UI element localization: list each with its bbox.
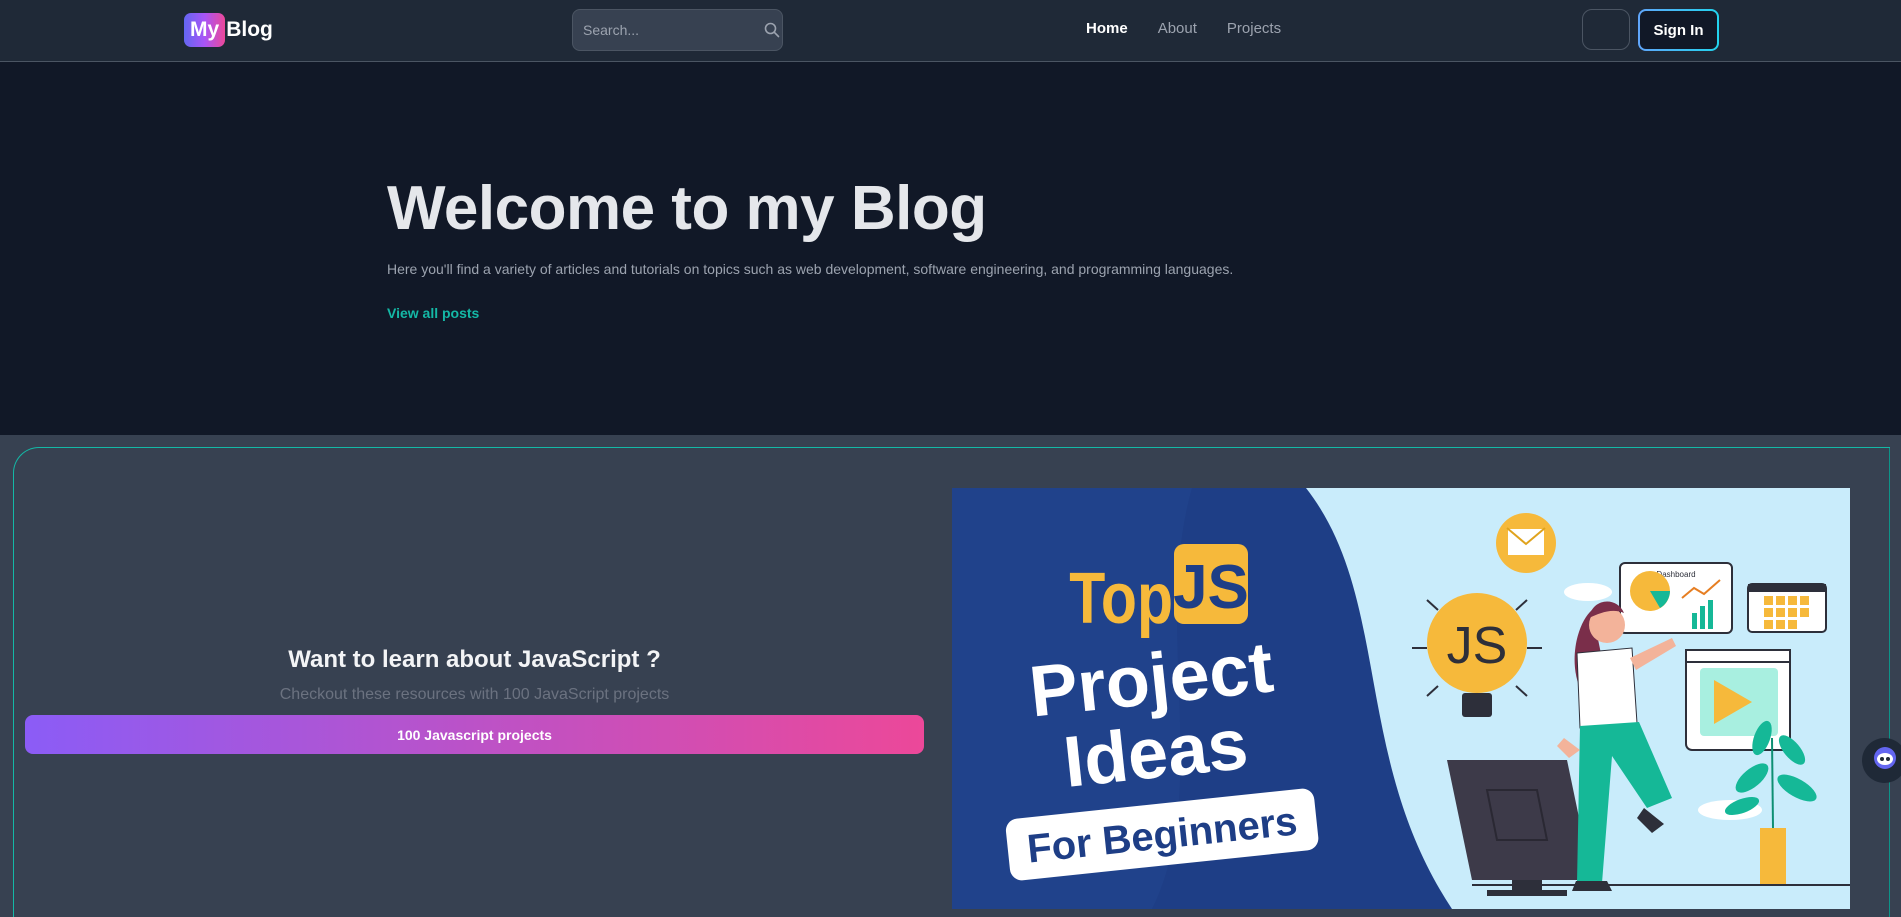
sign-in-label: Sign In <box>1640 11 1717 49</box>
chat-bot-icon <box>1871 744 1899 777</box>
floating-chat-widget[interactable] <box>1862 738 1901 783</box>
main-nav: Home About Projects <box>1086 20 1311 37</box>
promo-subtitle: Checkout these resources with 100 JavaSc… <box>279 686 670 703</box>
banner-text-top: Top <box>1069 557 1173 638</box>
search-box <box>572 9 783 51</box>
promo-title: Want to learn about JavaScript ? <box>288 646 661 673</box>
hero-title: Welcome to my Blog <box>387 174 987 243</box>
theme-toggle-button[interactable] <box>1582 9 1630 50</box>
nav-about-link[interactable]: About <box>1158 20 1197 37</box>
nav-home-link[interactable]: Home <box>1086 20 1128 37</box>
hero-subtitle: Here you'll find a variety of articles a… <box>387 261 1234 277</box>
search-icon[interactable] <box>764 21 780 39</box>
search-input[interactable] <box>583 22 764 38</box>
banner-js-badge: JS <box>1173 553 1249 622</box>
bulb-js-label: JS <box>1447 617 1508 675</box>
logo-badge: My <box>184 13 226 47</box>
sign-in-button[interactable]: Sign In <box>1638 9 1719 51</box>
nav-projects-link[interactable]: Projects <box>1227 20 1281 37</box>
navbar: My Blog Home About Projects Sign In <box>0 0 1901 62</box>
moon-icon <box>1600 22 1612 37</box>
js-projects-banner-image[interactable]: Top JS Project Ideas For Beginners JS Da… <box>952 488 1850 909</box>
hero-section: Welcome to my Blog Here you'll find a va… <box>0 63 1901 435</box>
javascript-projects-button[interactable]: 100 Javascript projects <box>25 715 924 754</box>
logo[interactable]: My Blog <box>184 12 273 48</box>
view-all-posts-link[interactable]: View all posts <box>387 305 479 321</box>
logo-text: Blog <box>226 18 273 41</box>
